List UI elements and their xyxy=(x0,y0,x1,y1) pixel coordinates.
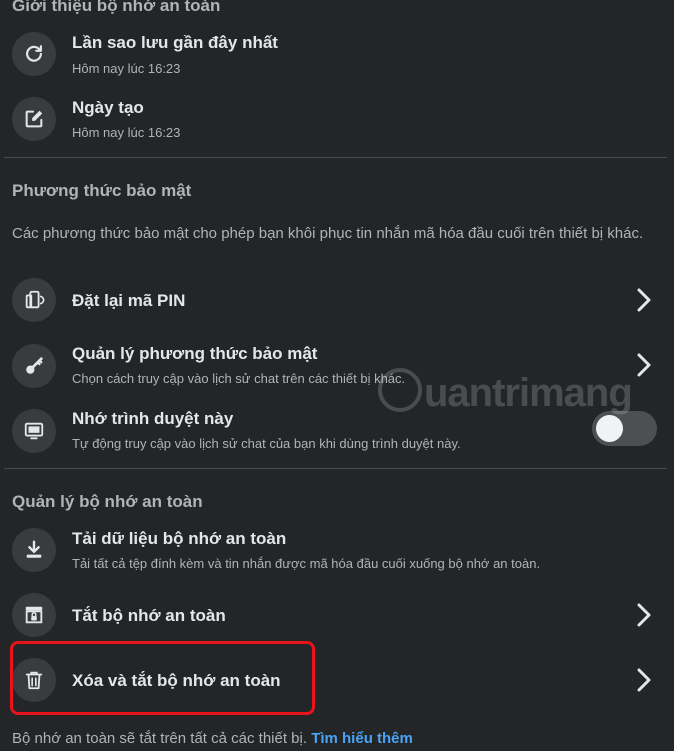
remember-browser-title: Nhớ trình duyệt này xyxy=(72,409,234,428)
remember-browser-toggle[interactable] xyxy=(592,411,657,446)
edit-icon xyxy=(12,97,56,141)
key-icon xyxy=(12,344,56,388)
divider xyxy=(4,157,667,158)
reset-pin-title: Đặt lại mã PIN xyxy=(72,291,186,310)
created-date-subtitle: Hôm nay lúc 16:23 xyxy=(72,125,181,140)
refresh-icon xyxy=(12,32,56,76)
chevron-right-icon[interactable] xyxy=(634,601,654,629)
monitor-icon xyxy=(12,409,56,453)
chevron-right-icon[interactable] xyxy=(634,351,654,379)
remember-browser-subtitle: Tự động truy cập vào lịch sử chat của bạ… xyxy=(72,436,461,451)
footer-note: Bộ nhớ an toàn sẽ tắt trên tất cả các th… xyxy=(12,730,413,747)
section-title-security: Phương thức bảo mật xyxy=(12,181,192,200)
learn-more-link[interactable]: Tìm hiểu thêm xyxy=(311,730,413,747)
download-data-subtitle: Tải tất cả tệp đính kèm và tin nhắn được… xyxy=(72,556,541,571)
last-backup-title: Lần sao lưu gần đây nhất xyxy=(72,33,278,52)
section-title-intro: Giới thiệu bộ nhớ an toàn xyxy=(12,0,221,15)
toggle-knob xyxy=(596,415,623,442)
watermark: uantrimang xyxy=(378,368,633,416)
chevron-right-icon[interactable] xyxy=(634,666,654,694)
footer-text: Bộ nhớ an toàn sẽ tắt trên tất cả các th… xyxy=(12,730,308,747)
chevron-right-icon[interactable] xyxy=(634,286,654,314)
turn-off-storage-title: Tắt bộ nhớ an toàn xyxy=(72,606,226,625)
divider xyxy=(4,468,667,469)
created-date-title: Ngày tạo xyxy=(72,98,144,117)
section-title-manage: Quản lý bộ nhớ an toàn xyxy=(12,492,203,511)
download-data-title: Tải dữ liệu bộ nhớ an toàn xyxy=(72,529,287,548)
security-description: Các phương thức bảo mật cho phép bạn khô… xyxy=(12,225,644,242)
last-backup-subtitle: Hôm nay lúc 16:23 xyxy=(72,61,181,76)
devices-icon xyxy=(12,278,56,322)
manage-security-subtitle: Chọn cách truy cập vào lịch sử chat trên… xyxy=(72,371,406,386)
download-icon xyxy=(12,528,56,572)
highlight-box xyxy=(10,641,315,715)
manage-security-title: Quản lý phương thức bảo mật xyxy=(72,344,318,363)
storage-lock-icon xyxy=(12,593,56,637)
